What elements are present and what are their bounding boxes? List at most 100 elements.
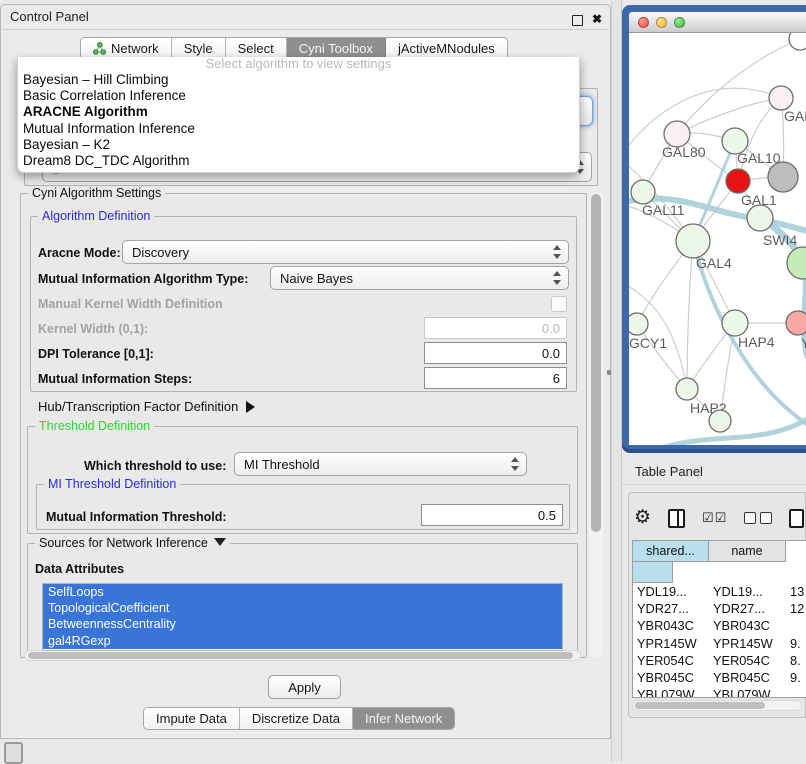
aracne-mode-select[interactable]: Discovery: [122, 240, 569, 264]
column-header-extra[interactable]: [633, 562, 673, 583]
checked-pair-icon[interactable]: ☑☑: [702, 510, 727, 526]
mi-type-label: Mutual Information Algorithm Type:: [38, 272, 248, 286]
table-cell: YBR043C: [709, 617, 786, 634]
menu-item-bayesian-hill-climbing[interactable]: Bayesian – Hill Climbing: [18, 72, 579, 88]
network-view-canvas[interactable]: GALGAL80GAL10GAL1GAL11SWI4GAL4GCY1HAP4YH…: [629, 33, 806, 445]
network-node-label: HAP4: [738, 334, 775, 350]
table-row[interactable]: YBR045CYBR045C9.: [633, 669, 806, 686]
data-attributes-list[interactable]: SelfLoopsTopologicalCoefficientBetweenne…: [42, 583, 563, 651]
table-cell: YBR045C: [709, 669, 786, 686]
network-node-gal1[interactable]: [726, 169, 750, 193]
tab-label: jActiveMNodules: [398, 41, 495, 56]
menu-item-bayesian-k2[interactable]: Bayesian – K2: [18, 137, 579, 153]
network-node[interactable]: [787, 247, 806, 279]
network-node-hap4[interactable]: [722, 310, 748, 336]
kernel-width-value: 0.0: [542, 321, 560, 336]
column-header-shared[interactable]: shared...: [633, 541, 709, 562]
manual-kernel-checkbox[interactable]: [551, 296, 567, 312]
table-toolbar: ⚙ ☑☑: [634, 503, 806, 533]
table-row[interactable]: YDL19...YDL19...13: [633, 583, 806, 600]
algorithm-dropdown-menu: Select algorithm to view settings Bayesi…: [17, 57, 580, 173]
table-row[interactable]: YER054CYER054C8.: [633, 652, 806, 669]
network-node-gal11[interactable]: [631, 180, 655, 204]
zoom-traffic-light[interactable]: [674, 17, 685, 28]
network-node-y[interactable]: [786, 311, 806, 335]
attribute-item-betweennesscentrality[interactable]: BetweennessCentrality: [43, 616, 562, 632]
tab-label: Impute Data: [156, 711, 227, 726]
mi-steps-input[interactable]: 6: [424, 367, 567, 389]
network-node-label: GCY1: [629, 335, 667, 351]
manual-kernel-label: Manual Kernel Width Definition: [38, 297, 223, 311]
hub-definition-disclosure[interactable]: Hub/Transcription Factor Definition: [38, 399, 255, 414]
table-row[interactable]: YBL079WYBL079W: [633, 686, 806, 698]
cyni-settings-title: Cyni Algorithm Settings: [28, 186, 165, 200]
network-node[interactable]: [709, 410, 731, 432]
unchecked-pair-icon[interactable]: [744, 512, 772, 524]
dpi-tolerance-input[interactable]: 0.0: [424, 342, 567, 364]
attribute-item-gal4rgexp[interactable]: gal4RGexp: [43, 633, 562, 649]
apply-button[interactable]: Apply: [268, 675, 341, 699]
network-node-swi4[interactable]: [747, 205, 773, 231]
tab-jactivemnodules[interactable]: jActiveMNodules: [386, 38, 507, 59]
tab-label: Cyni Toolbox: [299, 41, 373, 56]
mi-type-select[interactable]: Naive Bayes: [270, 266, 569, 290]
table-cell: YBL079W: [633, 686, 709, 698]
scrollbar-thumb[interactable]: [591, 194, 601, 532]
attribute-item-selfloops[interactable]: SelfLoops: [43, 584, 562, 600]
minimize-traffic-light[interactable]: [656, 17, 667, 28]
tab-network[interactable]: Network: [81, 38, 172, 59]
float-panel-icon[interactable]: [572, 15, 583, 26]
mi-threshold-value: 0.5: [538, 508, 556, 523]
gear-icon[interactable]: ⚙: [634, 508, 651, 528]
tab-label: Network: [111, 41, 159, 56]
network-graph: GALGAL80GAL10GAL1GAL11SWI4GAL4GCY1HAP4YH…: [629, 33, 806, 445]
network-node-gal4[interactable]: [676, 224, 710, 258]
table-row[interactable]: YBR043CYBR043C: [633, 617, 806, 634]
table-row[interactable]: YDR27...YDR27...12: [633, 600, 806, 617]
attribute-item-topologicalcoefficient[interactable]: TopologicalCoefficient: [43, 600, 562, 616]
tab-label: Style: [184, 41, 213, 56]
node-table[interactable]: shared...name YDL19...YDL19...13YDR27...…: [632, 540, 806, 698]
menu-item-basic-correlation-inference[interactable]: Basic Correlation Inference: [18, 88, 579, 104]
menu-item-aracne-algorithm[interactable]: ARACNE Algorithm: [18, 104, 579, 120]
menu-item-mutual-information-inference[interactable]: Mutual Information Inference: [18, 121, 579, 137]
kernel-width-input[interactable]: 0.0: [424, 317, 567, 339]
close-traffic-light[interactable]: [638, 17, 649, 28]
close-icon[interactable]: ✖: [592, 12, 602, 26]
table-cell: YBL079W: [709, 686, 786, 698]
columns-icon[interactable]: [668, 509, 685, 528]
file-icon[interactable]: [789, 509, 804, 528]
scrollbar-thumb[interactable]: [635, 702, 765, 709]
network-node[interactable]: [768, 162, 798, 192]
scrollbar-thumb[interactable]: [28, 652, 573, 659]
aracne-mode-label: Aracne Mode:: [38, 246, 121, 260]
table-cell: 9.: [786, 669, 806, 686]
which-threshold-select[interactable]: MI Threshold: [234, 452, 527, 476]
settings-vertical-scrollbar[interactable]: [589, 192, 603, 658]
network-node-label: GAL: [784, 108, 806, 124]
table-body: YDL19...YDL19...13YDR27...YDR27...12YBR0…: [633, 583, 806, 698]
bottom-tab-infer-network[interactable]: Infer Network: [353, 708, 454, 729]
column-header-name[interactable]: name: [709, 541, 786, 562]
table-cell: YDR27...: [633, 600, 709, 617]
network-node-hap2[interactable]: [676, 378, 698, 400]
network-node-gal[interactable]: [769, 86, 793, 110]
network-node-gcy1[interactable]: [629, 313, 648, 335]
splitter-handle[interactable]: [607, 370, 611, 375]
settings-horizontal-scrollbar[interactable]: [24, 650, 581, 661]
table-cell: YDR27...: [709, 600, 786, 617]
menu-item-dream8-dc-tdc-algorithm[interactable]: Dream8 DC_TDC Algorithm: [18, 153, 579, 169]
table-horizontal-scrollbar[interactable]: [632, 700, 802, 711]
collapsed-panel-icon[interactable]: [4, 742, 23, 764]
which-threshold-value: MI Threshold: [244, 457, 320, 472]
panel-splitter[interactable]: [611, 0, 622, 762]
mi-threshold-input[interactable]: 0.5: [421, 504, 563, 526]
bottom-tab-discretize-data[interactable]: Discretize Data: [240, 708, 353, 729]
hub-definition-label: Hub/Transcription Factor Definition: [38, 399, 238, 414]
kernel-width-label: Kernel Width (0,1):: [38, 322, 148, 336]
table-row[interactable]: YPR145WYPR145W9.: [633, 635, 806, 652]
table-cell: YBR043C: [633, 617, 709, 634]
network-node[interactable]: [789, 33, 806, 50]
bottom-tab-impute-data[interactable]: Impute Data: [144, 708, 240, 729]
network-edge[interactable]: [687, 241, 693, 389]
